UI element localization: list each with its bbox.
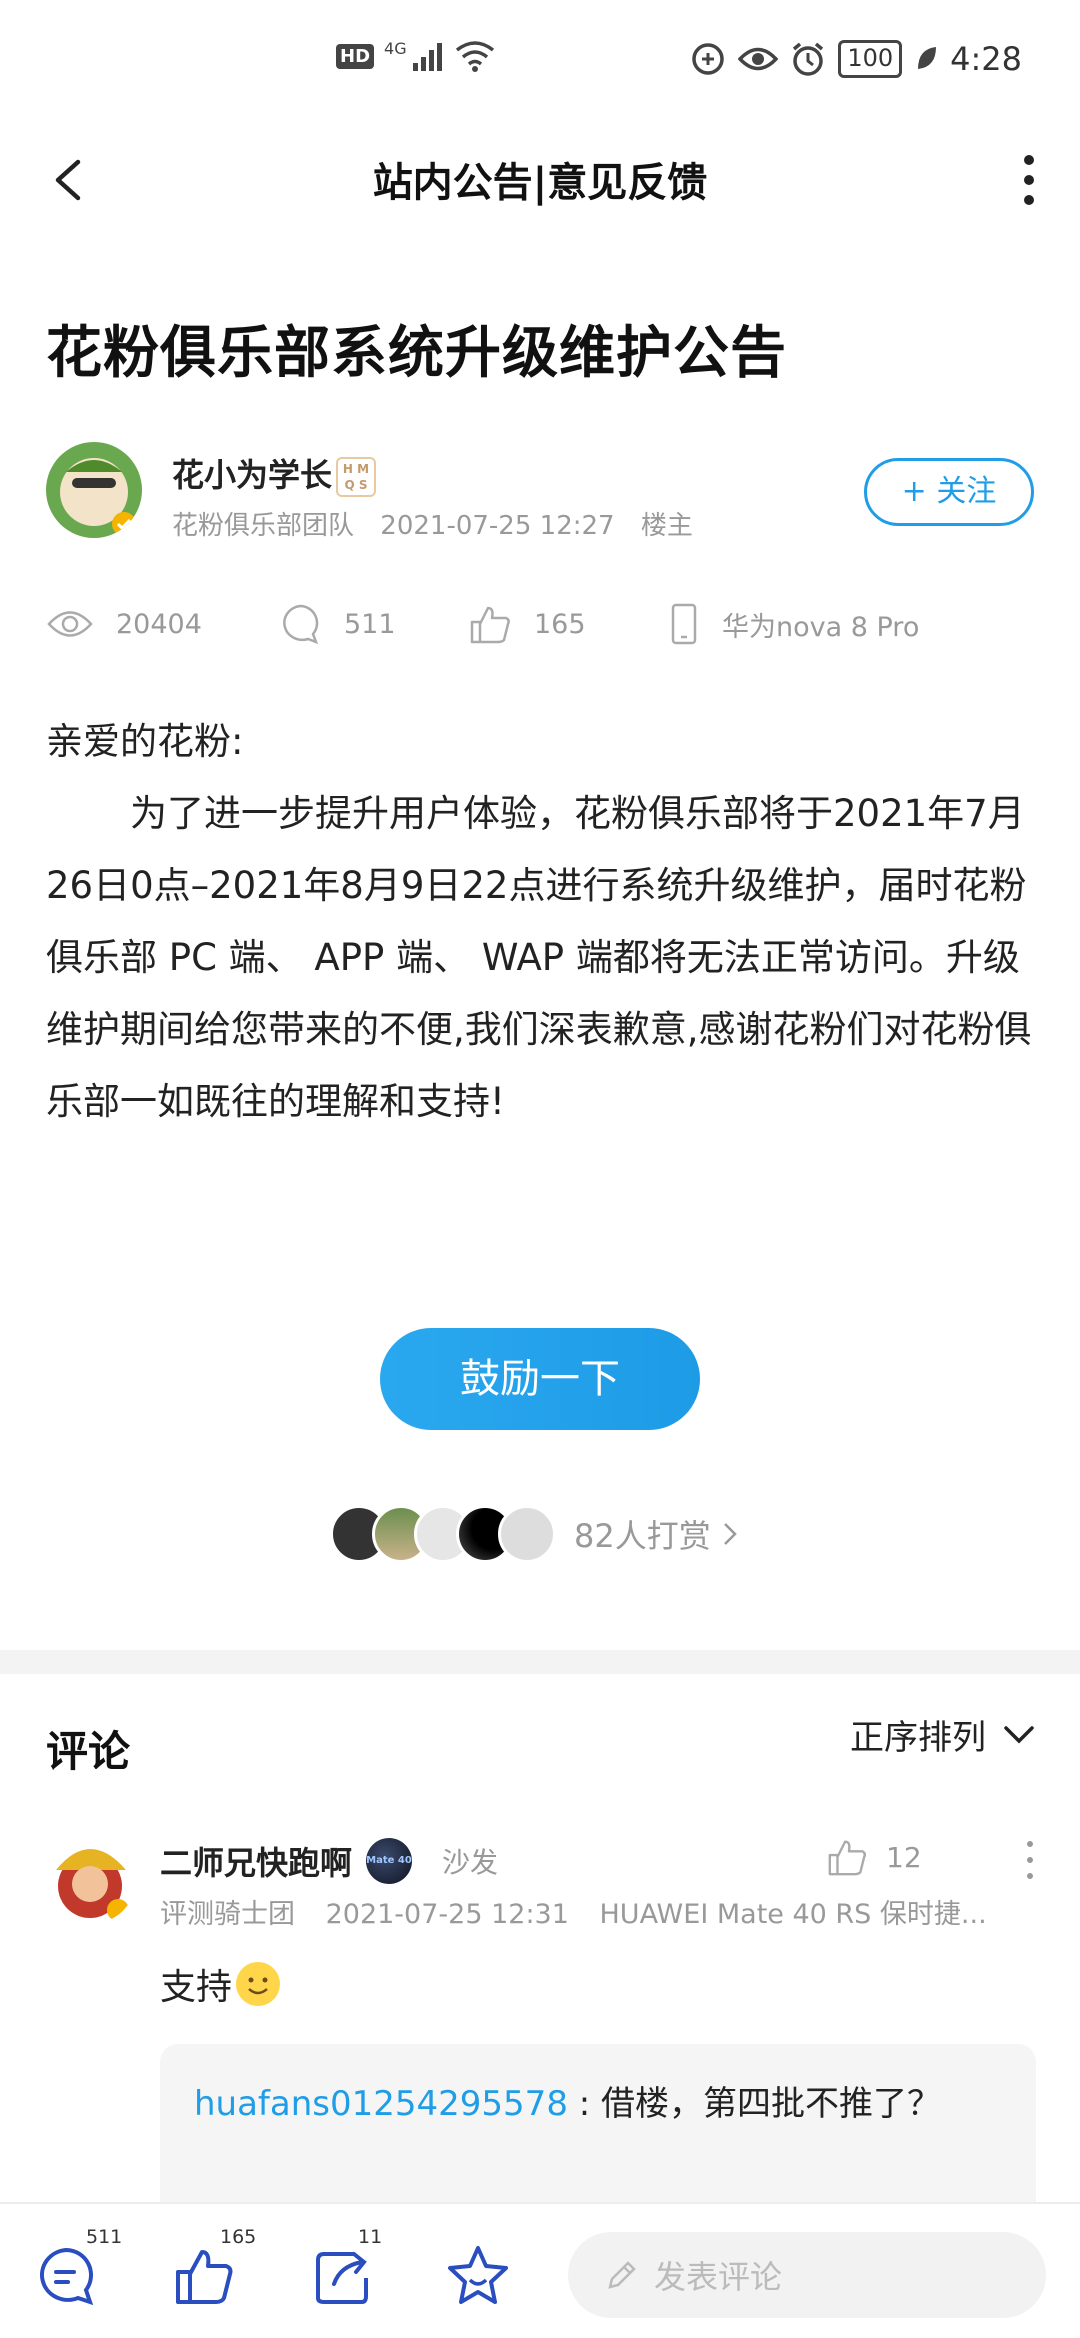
reward-button[interactable]: 鼓励一下: [380, 1328, 700, 1430]
author-meta: 花粉俱乐部团队 2021-07-25 12:27 楼主: [172, 505, 711, 542]
commenter-name-row[interactable]: 二师兄快跑啊 Mate 40 沙发: [160, 1838, 498, 1884]
comment-input[interactable]: 发表评论: [568, 2232, 1046, 2318]
more-vertical-icon: [1027, 1841, 1033, 1879]
more-vertical-icon: [1024, 155, 1034, 205]
status-right: 100 4:28: [690, 40, 1022, 78]
leaf-icon: [918, 47, 937, 69]
share-icon: [316, 2252, 368, 2304]
comment-icon: [40, 2247, 94, 2306]
battery-indicator: 100: [838, 40, 903, 78]
comments-count: 511: [344, 608, 396, 640]
comment-floor: 沙发: [442, 1846, 499, 1879]
reply-text: 借楼，第四批不推了？: [601, 2084, 942, 2124]
bottom-share-count: 11: [358, 2226, 383, 2248]
device-name: 华为nova 8 Pro: [722, 611, 920, 643]
star-icon: [448, 2246, 508, 2304]
eye-icon: [47, 611, 93, 637]
chevron-right-icon: [723, 1523, 737, 1545]
comment-device: HUAWEI Mate 40 RS 保时捷...: [599, 1899, 987, 1930]
reward-count: 82人打赏: [574, 1517, 711, 1555]
signal-icon: [412, 43, 442, 71]
phone-icon: [671, 603, 697, 645]
bottom-comment-count: 511: [86, 2226, 123, 2248]
smiley-emoji-icon: [236, 1962, 281, 2006]
bottom-like-button[interactable]: [172, 2244, 236, 2308]
likes-count: 165: [534, 608, 586, 640]
likes-stat[interactable]: 165: [468, 596, 586, 652]
comment-like-count: 12: [886, 1840, 922, 1874]
author-name: 花小为学长: [172, 456, 333, 494]
author-team: 花粉俱乐部团队: [172, 511, 355, 541]
network-type: 4G: [384, 38, 407, 58]
post-content: 亲爱的花粉: 为了进一步提升用户体验，花粉俱乐部将于2021年7月26日0点–2…: [46, 706, 1036, 1138]
commenter-avatar[interactable]: [46, 1834, 136, 1924]
reply-separator: :: [567, 2084, 602, 2124]
comment-like-button[interactable]: 12: [826, 1836, 922, 1878]
comment-more-button[interactable]: [1020, 1836, 1040, 1886]
eye-comfort-icon: [738, 47, 779, 71]
tipper-avatar: [498, 1505, 556, 1563]
comment-meta: 评测骑士团 2021-07-25 12:31 HUAWEI Mate 40 RS…: [160, 1892, 1030, 1931]
page-title: 站内公告|意见反馈: [372, 160, 708, 206]
wifi-icon: [455, 41, 494, 72]
thumb-up-icon: [176, 2250, 233, 2304]
bottom-share-button[interactable]: [310, 2244, 374, 2308]
bottom-favorite-button[interactable]: [446, 2244, 510, 2308]
views-count: 20404: [116, 608, 202, 640]
alarm-icon: [793, 42, 824, 76]
chevron-down-icon: [1004, 1725, 1034, 1743]
commenter-group: 评测骑士团: [160, 1899, 295, 1930]
post-greeting: 亲爱的花粉:: [46, 720, 244, 763]
author-avatar-image: [46, 442, 142, 538]
comments-stat[interactable]: 511: [278, 596, 396, 652]
data-saver-icon: [692, 43, 725, 75]
top-nav: 站内公告|意见反馈: [0, 120, 1080, 240]
reward-list[interactable]: 82人打赏: [330, 1504, 741, 1564]
author-avatar[interactable]: [46, 442, 142, 538]
post-title: 花粉俱乐部系统升级维护公告: [46, 321, 787, 386]
bottom-comment-button[interactable]: [34, 2244, 98, 2308]
level-badge: Mate 40: [366, 1838, 413, 1884]
post-stats: 20404 511 165 华为nova 8 Pro: [46, 596, 1036, 656]
hd-badge: HD: [336, 43, 375, 69]
commenter-avatar-image: [46, 1834, 136, 1924]
clock: 4:28: [950, 40, 1022, 78]
status-left: HD 4G: [336, 38, 495, 72]
sort-label: 正序排列: [850, 1718, 986, 1758]
author-name-row[interactable]: 花小为学长 H M Q S: [172, 450, 377, 497]
status-bar: HD 4G 100 4:28: [0, 0, 1080, 120]
pencil-icon: [608, 2261, 636, 2289]
bottom-action-bar: 511 165 11 发表评论: [0, 2202, 1080, 2338]
device-stat: 华为nova 8 Pro: [668, 596, 919, 652]
author-medal-badge: H M Q S: [336, 457, 377, 497]
thumb-up-icon: [470, 606, 510, 644]
comment-date: 2021-07-25 12:31: [325, 1899, 569, 1930]
reply-username[interactable]: huafans01254295578: [194, 2084, 568, 2124]
commenter-name: 二师兄快跑啊: [160, 1844, 353, 1882]
section-divider: [0, 1650, 1080, 1674]
comment-text-body: 支持: [160, 1967, 233, 2008]
thumb-up-icon: [828, 1840, 867, 1876]
comment-input-placeholder: 发表评论: [654, 2258, 783, 2296]
sort-dropdown[interactable]: 正序排列: [850, 1710, 1036, 1759]
author-role: 楼主: [640, 511, 693, 541]
bottom-like-count: 165: [220, 2226, 257, 2248]
follow-button[interactable]: + 关注: [864, 458, 1034, 526]
more-options-button[interactable]: [1004, 148, 1054, 212]
comment-bubble-icon: [283, 604, 319, 645]
comment-text: 支持: [160, 1958, 281, 2010]
post-date: 2021-07-25 12:27: [380, 511, 615, 541]
comments-heading: 评论: [46, 1727, 131, 1776]
views-stat: 20404: [46, 596, 202, 652]
post-body: 为了进一步提升用户体验，花粉俱乐部将于2021年7月26日0点–2021年8月9…: [46, 792, 1032, 1123]
